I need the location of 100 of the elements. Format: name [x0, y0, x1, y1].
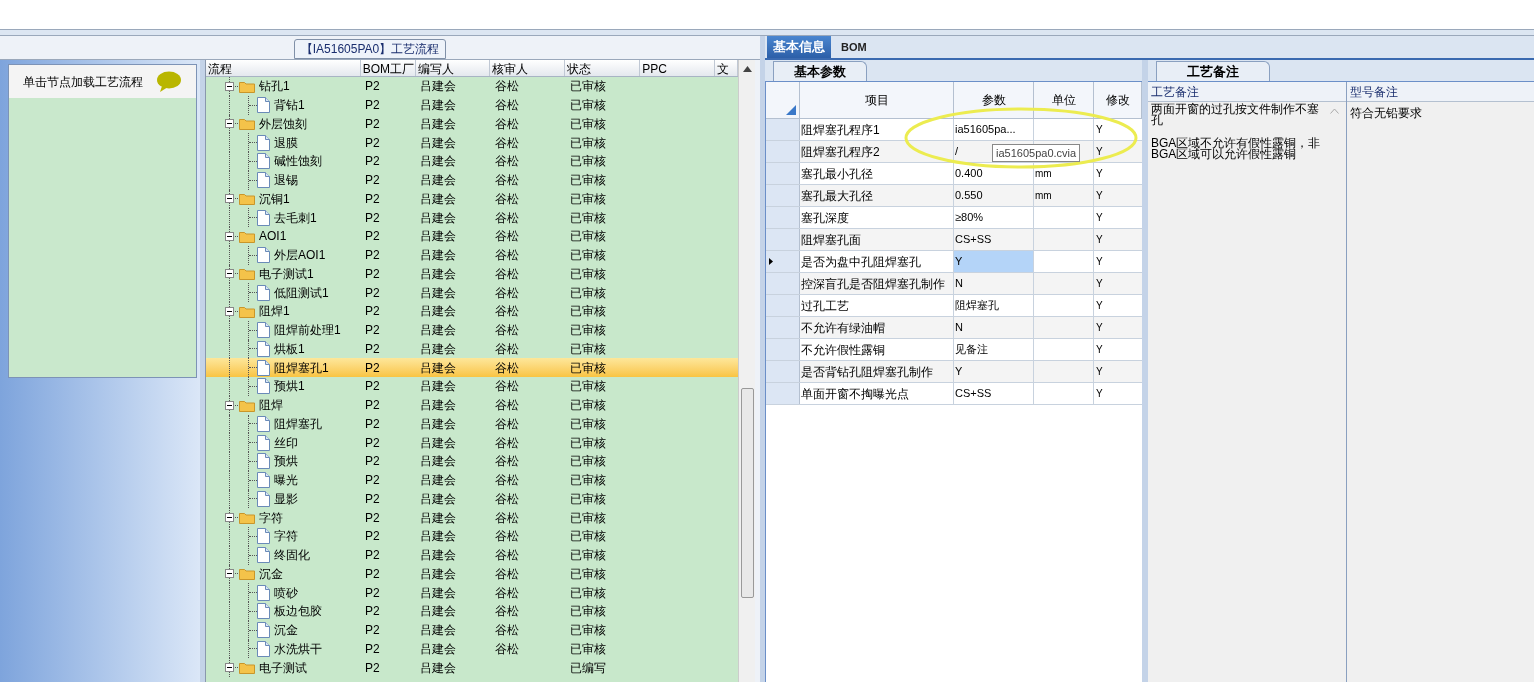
table-cell: 吕建会: [420, 623, 456, 638]
table-cell-text: 0.400: [955, 166, 983, 182]
table-cell: P2: [365, 416, 380, 431]
hint-text: 单击节点加载工艺流程: [23, 73, 143, 91]
table-cell-text: 单面开窗不掏曝光点: [801, 385, 909, 403]
tree-row[interactable]: 预烘 P2 吕建会 谷松 已审核: [206, 452, 738, 471]
scroll-up-icon[interactable]: [742, 66, 752, 72]
tree-row[interactable]: 喷砂 P2 吕建会 谷松 已审核: [206, 583, 738, 602]
note-text: 符合无铅要求: [1350, 106, 1422, 120]
table-row[interactable]: 是否背钻孔阻焊塞孔制作 Y Y: [766, 361, 1142, 383]
collapse-icon[interactable]: [225, 569, 234, 579]
table-row[interactable]: 是否为盘中孔阻焊塞孔 Y Y: [766, 251, 1142, 273]
table-cell: 吕建会: [420, 341, 456, 356]
document-icon: [257, 247, 270, 264]
table-cell: 谷松: [495, 173, 519, 188]
tree-row[interactable]: 字符 P2 吕建会 谷松 已审核: [206, 527, 738, 546]
row-header[interactable]: [766, 251, 800, 272]
tree-row[interactable]: 阻焊前处理1 P2 吕建会 谷松 已审核: [206, 320, 738, 340]
table-row[interactable]: 不允许假性露铜 见备注 Y: [766, 339, 1142, 361]
tree-row[interactable]: 外层蚀刻 P2 吕建会 谷松 已审核: [206, 114, 738, 134]
column-header[interactable]: 型号备注: [1347, 82, 1534, 102]
table-cell: 吕建会: [420, 79, 456, 94]
table-cell-text: N: [955, 320, 963, 336]
scrollbar[interactable]: [738, 60, 755, 682]
tree-row[interactable]: 阻焊塞孔1 P2 吕建会 谷松 已审核: [206, 358, 738, 377]
column-header[interactable]: 流程: [206, 60, 361, 76]
tree-row[interactable]: 钻孔1 P2 吕建会 谷松 已审核: [206, 77, 738, 96]
table-row[interactable]: 控深盲孔是否阻焊塞孔制作 N Y: [766, 273, 1142, 295]
table-row[interactable]: 塞孔最小孔径 0.400 mm Y: [766, 163, 1142, 185]
tree-row[interactable]: 去毛刺1 P2 吕建会 谷松 已审核: [206, 208, 738, 227]
table-cell-text: ≥80%: [955, 210, 984, 226]
tree-row[interactable]: 阻焊1 P2 吕建会 谷松 已审核: [206, 302, 738, 321]
tree-row[interactable]: 背钻1 P2 吕建会 谷松 已审核: [206, 95, 738, 115]
table-row[interactable]: 过孔工艺 阻焊塞孔 Y: [766, 295, 1142, 317]
tree-row[interactable]: 退膜 P2 吕建会 谷松 已审核: [206, 133, 738, 152]
table-row[interactable]: 单面开窗不掏曝光点 CS+SS Y: [766, 383, 1142, 405]
table-row[interactable]: 塞孔最大孔径 0.550 mm Y: [766, 185, 1142, 207]
folder-icon: [239, 511, 255, 525]
collapse-icon[interactable]: [225, 269, 234, 279]
column-header[interactable]: BOM工厂: [360, 60, 416, 76]
scroll-thumb[interactable]: [740, 388, 754, 598]
tab[interactable]: 基本信息: [767, 36, 831, 58]
tree-row[interactable]: 电子测试1 P2 吕建会 谷松 已审核: [206, 264, 738, 284]
collapse-icon[interactable]: [225, 81, 234, 91]
tree-row[interactable]: 显影 P2 吕建会 谷松 已审核: [206, 489, 738, 509]
collapse-icon[interactable]: [225, 119, 234, 129]
tab[interactable]: BOM: [835, 36, 873, 58]
tree-row[interactable]: 沉铜1 P2 吕建会 谷松 已审核: [206, 189, 738, 209]
table-cell: 谷松: [495, 116, 519, 131]
tree-row[interactable]: 字符 P2 吕建会 谷松 已审核: [206, 508, 738, 527]
collapse-icon[interactable]: [225, 513, 234, 523]
table-cell: P2: [365, 660, 380, 675]
column-header[interactable]: 项目: [800, 82, 954, 118]
column-header[interactable]: 工艺备注: [1148, 82, 1346, 102]
tree-row[interactable]: 退锡 P2 吕建会 谷松 已审核: [206, 170, 738, 190]
tab[interactable]: 工艺备注: [1156, 61, 1270, 81]
column-header[interactable]: 核审人: [490, 60, 566, 76]
tree-row[interactable]: 沉金 P2 吕建会 谷松 已审核: [206, 620, 738, 640]
tree-node-label: 沉金: [259, 565, 283, 583]
collapse-icon[interactable]: [225, 231, 234, 241]
tree-row[interactable]: 预烘1 P2 吕建会 谷松 已审核: [206, 377, 738, 396]
tree-row[interactable]: 阻焊塞孔 P2 吕建会 谷松 已审核: [206, 414, 738, 434]
tree-row[interactable]: 阻焊 P2 吕建会 谷松 已审核: [206, 395, 738, 415]
tree-row[interactable]: 曝光 P2 吕建会 谷松 已审核: [206, 470, 738, 490]
tree-row[interactable]: 板边包胶 P2 吕建会 谷松 已审核: [206, 602, 738, 621]
collapse-icon[interactable]: [225, 194, 234, 204]
table-cell: 谷松: [495, 604, 519, 619]
folder-icon: [239, 304, 255, 318]
tree-row[interactable]: 外层AOI1 P2 吕建会 谷松 已审核: [206, 245, 738, 265]
table-cell: 谷松: [495, 491, 519, 506]
table-row[interactable]: 塞孔深度 ≥80% Y: [766, 207, 1142, 229]
column-header[interactable]: PPC: [640, 60, 716, 76]
table-cell: 已审核: [570, 454, 606, 469]
table-row[interactable]: 不允许有绿油帽 N Y: [766, 317, 1142, 339]
column-header[interactable]: 状态: [565, 60, 641, 76]
tree-row[interactable]: 丝印 P2 吕建会 谷松 已审核: [206, 433, 738, 452]
column-header[interactable]: 单位: [1034, 82, 1094, 118]
tree-row[interactable]: 终固化 P2 吕建会 谷松 已审核: [206, 545, 738, 565]
table-cell: 谷松: [495, 360, 519, 375]
tree-row[interactable]: 电子测试 P2 吕建会 已编写: [206, 658, 738, 677]
table-cell: 谷松: [495, 435, 519, 450]
table-row[interactable]: 阻焊塞孔程序1 ia51605pa... Y: [766, 119, 1142, 141]
tree-row[interactable]: AOI1 P2 吕建会 谷松 已审核: [206, 227, 738, 246]
tree-row[interactable]: 水洗烘干 P2 吕建会 谷松 已审核: [206, 639, 738, 659]
collapse-icon[interactable]: [225, 663, 234, 673]
table-cell: 已审核: [570, 285, 606, 300]
table-cell: 已审核: [570, 135, 606, 150]
tree-row[interactable]: 碱性蚀刻 P2 吕建会 谷松 已审核: [206, 152, 738, 171]
table-cell: 吕建会: [420, 266, 456, 281]
table-row[interactable]: 阻焊塞孔面 CS+SS Y: [766, 229, 1142, 251]
tree-row[interactable]: 低阻测试1 P2 吕建会 谷松 已审核: [206, 283, 738, 302]
table-cell: P2: [365, 323, 380, 338]
tree-row[interactable]: 沉金 P2 吕建会 谷松 已审核: [206, 564, 738, 584]
collapse-icon[interactable]: [225, 400, 234, 410]
column-header[interactable]: 编写人: [415, 60, 491, 76]
tab[interactable]: 基本参数: [773, 61, 867, 81]
column-header[interactable]: 参数: [954, 82, 1034, 118]
tree-node-label: 外层AOI1: [274, 247, 326, 265]
table-cell: 谷松: [495, 79, 519, 94]
collapse-icon[interactable]: [225, 306, 234, 316]
